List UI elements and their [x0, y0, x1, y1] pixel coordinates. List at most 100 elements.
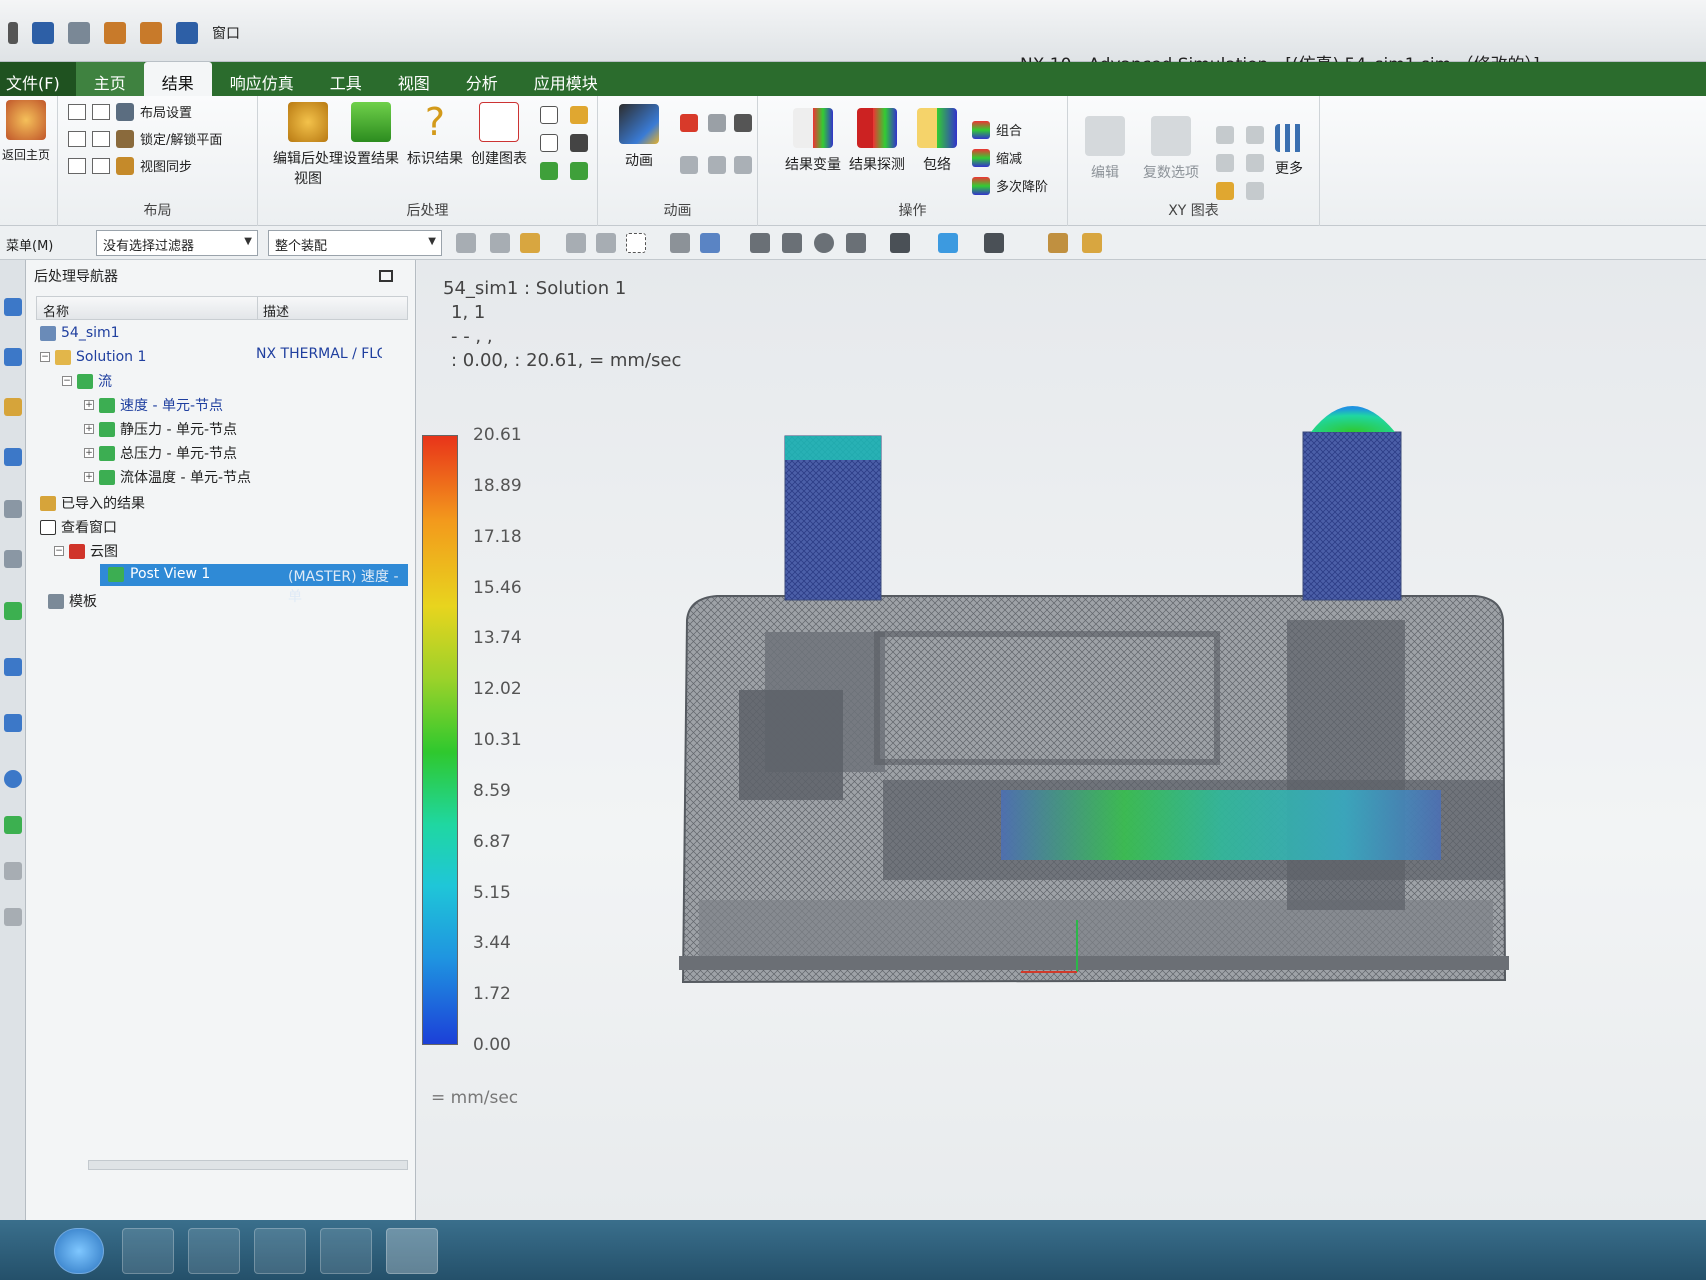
xy-edit-button[interactable]: 编辑: [1072, 116, 1138, 182]
set-result-button[interactable]: 设置结果: [338, 102, 404, 168]
inlet-pipe[interactable]: [784, 435, 882, 601]
mesh-model[interactable]: [417, 260, 1706, 1220]
horizontal-scrollbar[interactable]: [88, 1160, 408, 1170]
combine-button[interactable]: 组合: [972, 120, 1022, 139]
visualization-icon[interactable]: [4, 908, 22, 926]
tree-node-velocity[interactable]: + 速度 - 单元-节点: [84, 394, 223, 416]
rectangle-select-icon[interactable]: [626, 233, 646, 253]
animation-button[interactable]: 动画: [606, 104, 672, 170]
tree-node-static-pressure[interactable]: + 静压力 - 单元-节点: [84, 418, 237, 440]
system-materials-icon[interactable]: [4, 862, 22, 880]
xy-fit-icon[interactable]: [1246, 154, 1264, 172]
column-name[interactable]: 名称: [43, 301, 69, 320]
tab-view[interactable]: 视图: [380, 62, 448, 96]
select-edge-icon[interactable]: [566, 233, 586, 253]
shade-icon[interactable]: [570, 134, 588, 152]
tab-home[interactable]: 主页: [75, 62, 144, 96]
constraint-navigator-icon[interactable]: [4, 500, 22, 518]
tree-node-sim[interactable]: 54_sim1: [40, 322, 120, 344]
window-icon[interactable]: [176, 22, 198, 44]
stop-icon[interactable]: [708, 114, 726, 132]
return-home-button[interactable]: 返回主页: [0, 100, 56, 163]
post-navigator-icon[interactable]: [4, 398, 22, 416]
measure-icon[interactable]: [1082, 233, 1102, 253]
expand-icon[interactable]: +: [84, 472, 94, 482]
tree-node-post-view-1[interactable]: Post View 1 (MASTER) 速度 - 单: [100, 564, 408, 605]
annotation-icon[interactable]: [540, 106, 558, 124]
menu-button[interactable]: 菜单(M): [6, 235, 53, 254]
back-icon[interactable]: [8, 22, 18, 44]
rotate-icon[interactable]: [814, 233, 834, 253]
start-button[interactable]: [54, 1228, 104, 1274]
expand-icon[interactable]: +: [84, 400, 94, 410]
history-icon[interactable]: [4, 714, 22, 732]
tab-file[interactable]: 文件(F): [0, 62, 76, 96]
background-icon[interactable]: [938, 233, 958, 253]
taskbar-explorer-icon[interactable]: [122, 1228, 174, 1274]
play-icon[interactable]: [680, 114, 698, 132]
step-forward-icon[interactable]: [734, 156, 752, 174]
result-variable-button[interactable]: 结果变量: [780, 108, 846, 174]
grid-view-icon[interactable]: [92, 130, 110, 147]
tree-node-imported-results[interactable]: 已导入的结果: [40, 492, 145, 514]
wireframe-icon[interactable]: [670, 233, 690, 253]
collapse-icon[interactable]: −: [40, 352, 50, 362]
identify-result-button[interactable]: ? 标识结果: [402, 102, 468, 168]
repeat-command-icon[interactable]: [140, 22, 162, 44]
roles-icon[interactable]: [4, 816, 22, 834]
complex-options-button[interactable]: 复数选项: [1132, 116, 1210, 182]
xy-overlay-icon[interactable]: [1216, 182, 1234, 200]
zoom-icon[interactable]: [782, 233, 802, 253]
navigator-tab-icon[interactable]: [4, 298, 22, 316]
outlet-pipe[interactable]: [1302, 406, 1402, 601]
select-body-icon[interactable]: [596, 233, 616, 253]
window-menu[interactable]: 窗口: [212, 23, 240, 43]
tree-node-flow[interactable]: − 流: [62, 370, 112, 392]
tab-applications[interactable]: 应用模块: [516, 62, 616, 96]
select-face-icon[interactable]: [490, 233, 510, 253]
tab-response-simulation[interactable]: 响应仿真: [212, 62, 312, 96]
part-navigator-icon[interactable]: [4, 550, 22, 568]
column-description[interactable]: 描述: [263, 301, 289, 320]
expand-icon[interactable]: +: [84, 448, 94, 458]
tab-tools[interactable]: 工具: [312, 62, 380, 96]
maximize-icon[interactable]: [379, 270, 393, 282]
taskbar-remote-icon[interactable]: [320, 1228, 372, 1274]
xy-clear-icon[interactable]: [1246, 182, 1264, 200]
assembly-navigator-icon[interactable]: [4, 448, 22, 466]
collapse-icon[interactable]: −: [54, 546, 64, 556]
envelope-button[interactable]: 包络: [904, 108, 970, 174]
record-icon[interactable]: [734, 114, 752, 132]
result-probe-button[interactable]: 结果探测: [844, 108, 910, 174]
six-view-icon[interactable]: [92, 157, 110, 174]
tab-analysis[interactable]: 分析: [448, 62, 516, 96]
xy-probe-icon[interactable]: [1216, 126, 1234, 144]
more-button[interactable]: 更多: [1264, 124, 1314, 178]
reduce-button[interactable]: 缩减: [972, 148, 1022, 167]
quad-view-icon[interactable]: [92, 103, 110, 120]
xy-zoom-icon[interactable]: [1216, 154, 1234, 172]
show-hide-icon[interactable]: [1048, 233, 1068, 253]
select-feature-icon[interactable]: [456, 233, 476, 253]
single-view-icon[interactable]: [68, 103, 86, 120]
edit-post-view-button[interactable]: 编辑后处理视图: [268, 102, 348, 188]
snap-point-icon[interactable]: [520, 233, 540, 253]
xy-frame-icon[interactable]: [1246, 126, 1264, 144]
shaded-icon[interactable]: [700, 233, 720, 253]
save-icon[interactable]: [32, 22, 54, 44]
arrow-left-icon[interactable]: [540, 162, 558, 180]
arrow-right-icon[interactable]: [570, 162, 588, 180]
work-layer-icon[interactable]: [984, 233, 1004, 253]
tree-node-solution[interactable]: − Solution 1: [40, 346, 146, 368]
create-chart-button[interactable]: 创建图表: [466, 102, 532, 168]
tree-node-contour[interactable]: − 云图: [54, 540, 118, 562]
collapse-icon[interactable]: −: [62, 376, 72, 386]
view-sync-button[interactable]: 视图同步: [140, 156, 192, 175]
selection-scope-dropdown[interactable]: 整个装配 ▼: [268, 230, 442, 256]
render-style-icon[interactable]: [890, 233, 910, 253]
orient-view-icon[interactable]: [846, 233, 866, 253]
type-filter-dropdown[interactable]: 没有选择过滤器 ▼: [96, 230, 258, 256]
horizontal-split-icon[interactable]: [68, 157, 86, 174]
tree-node-viewports[interactable]: 查看窗口: [40, 516, 117, 538]
vertical-split-icon[interactable]: [68, 130, 86, 147]
